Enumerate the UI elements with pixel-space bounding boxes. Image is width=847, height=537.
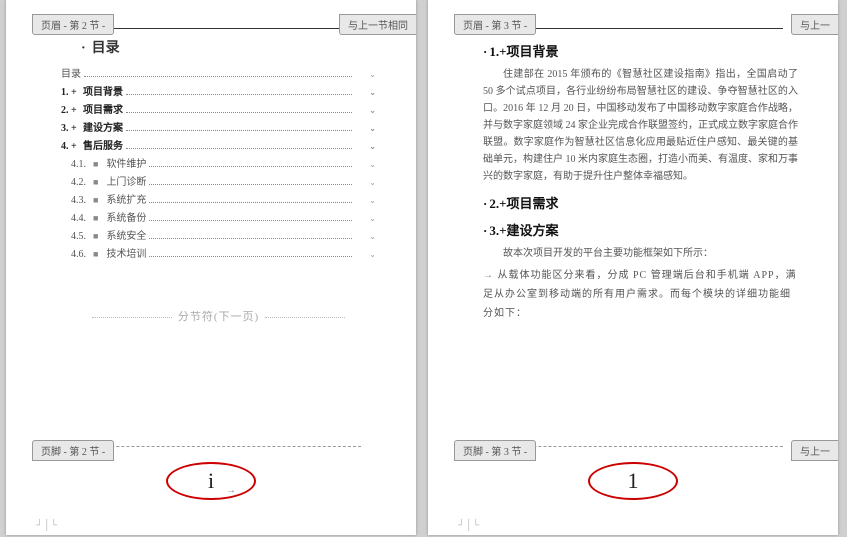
section-break-marker: 分节符(下一页) [61, 308, 376, 324]
page-number-highlight-left: i → [166, 462, 256, 500]
paragraph-background: 住建部在 2015 年颁布的《智慧社区建设指南》指出，全国启动了 50 多个试点… [483, 66, 798, 185]
toc-main-item[interactable]: 3. +建设方案⌄ [61, 119, 376, 134]
heading-3: 3.+建设方案 [483, 220, 798, 239]
toc-title: 目录 [81, 37, 376, 57]
toc-main-item[interactable]: 2. +项目需求⌄ [61, 101, 376, 116]
toc-sub-item[interactable]: 4.5.■系统安全⌄ [61, 227, 376, 242]
header-link-previous-right[interactable]: 与上一 [791, 14, 838, 35]
page-number-highlight-right: 1 [588, 462, 678, 500]
page-right: 页眉 - 第 3 节 - 与上一 1.+项目背景 住建部在 2015 年颁布的《… [428, 0, 838, 535]
toc-main-item[interactable]: 1. +项目背景⌄ [61, 83, 376, 98]
toc-root: 目录⌄ 1. +项目背景⌄ 2. +项目需求⌄ 3. +建设方案⌄ 4. +售后服务⌄… [61, 65, 376, 260]
footer-link-previous-right[interactable]: 与上一 [791, 440, 838, 461]
page-content-left: 目录 目录⌄ 1. +项目背景⌄ 2. +项目需求⌄ 3. +建设方案⌄ 4. +售后… [61, 33, 376, 440]
ruler-marks-right: ┘│└ [428, 520, 838, 531]
toc-intro-row: 目录⌄ [61, 65, 376, 80]
ruler-marks-left: ┘│└ [6, 520, 416, 531]
header-tab-section-2[interactable]: 页眉 - 第 2 节 - [32, 14, 114, 35]
page-number-value-left: i [208, 468, 214, 493]
footer-tab-section-3[interactable]: 页脚 - 第 3 节 - [454, 440, 536, 461]
toc-sub-item[interactable]: 4.4.■系统备份⌄ [61, 209, 376, 224]
tab-arrow-icon: → [226, 474, 236, 508]
heading-2: 2.+项目需求 [483, 193, 798, 212]
bullet-line-1: 从载体功能区分来看，分成 PC 管理端后台和手机端 APP，满足从办公室到移动端… [483, 266, 798, 323]
footer-tab-section-2[interactable]: 页脚 - 第 2 节 - [32, 440, 114, 461]
header-tab-section-3[interactable]: 页眉 - 第 3 节 - [454, 14, 536, 35]
toc-sub-item[interactable]: 4.1.■软件维护⌄ [61, 155, 376, 170]
page-number-value-right: 1 [628, 468, 639, 493]
toc-sub-item[interactable]: 4.3.■系统扩充⌄ [61, 191, 376, 206]
heading-1: 1.+项目背景 [483, 41, 798, 60]
page-left: 页眉 - 第 2 节 - 与上一节相同 目录 目录⌄ 1. +项目背景⌄ 2. +… [6, 0, 416, 535]
toc-main-item[interactable]: 4. +售后服务⌄ [61, 137, 376, 152]
page-content-right: 1.+项目背景 住建部在 2015 年颁布的《智慧社区建设指南》指出，全国启动了… [483, 33, 798, 440]
header-link-previous[interactable]: 与上一节相同 [339, 14, 416, 35]
toc-sub-item[interactable]: 4.6.■技术培训⌄ [61, 245, 376, 260]
paragraph-intro: 故本次项目开发的平台主要功能框架如下所示： [483, 245, 798, 262]
footer-page-number-right: 1 → | [428, 462, 838, 500]
toc-sub-item[interactable]: 4.2.■上门诊断⌄ [61, 173, 376, 188]
footer-page-number-left: → i → | [6, 462, 416, 500]
